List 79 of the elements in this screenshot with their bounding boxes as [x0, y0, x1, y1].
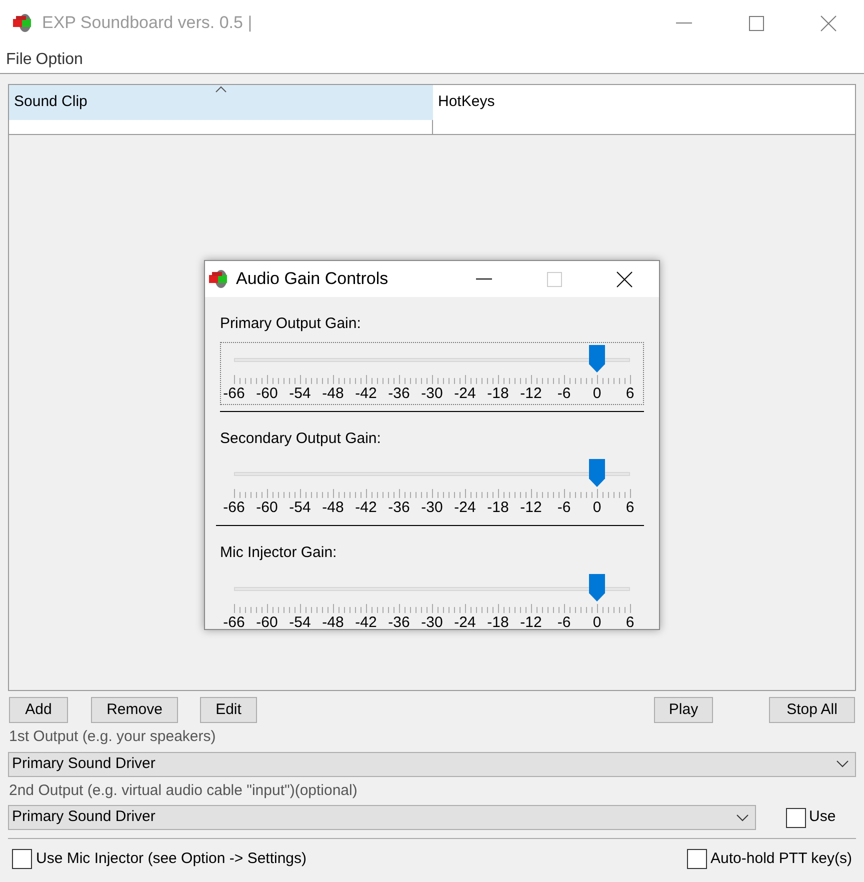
scale-label: -66	[222, 498, 246, 518]
sort-caret-icon	[215, 86, 227, 93]
scale-label: 0	[592, 384, 602, 404]
scale-label: -6	[556, 612, 572, 632]
slider-control[interactable]: -66 -60 -54 -48 -42 -36 -30 -24 -18 -12 -6 0 6	[220, 342, 644, 404]
output-label: 2nd Output (e.g. virtual audio cable "input")(optional)	[9, 780, 358, 800]
scale-label: -54	[288, 384, 312, 404]
scale-label: -36	[387, 384, 411, 404]
scale-label: 6	[624, 498, 636, 518]
scale-label: -30	[420, 384, 444, 404]
scale-label: -12	[519, 384, 543, 404]
slider-label: Mic Injector Gain:	[220, 543, 337, 563]
app-logo-icon	[12, 12, 34, 34]
checkbox-label: Auto-hold PTT key(s)	[710, 849, 852, 869]
scale-label: -42	[354, 384, 378, 404]
slider-label: Secondary Output Gain:	[220, 428, 381, 448]
scale-label: -54	[288, 498, 312, 518]
menu-item[interactable]: File	[4, 48, 34, 72]
scale-label: 0	[592, 612, 602, 632]
scale-label: 6	[624, 612, 636, 632]
action-button[interactable]: Play	[654, 697, 713, 723]
minimize-icon	[676, 22, 692, 24]
scale-label: -24	[453, 498, 477, 518]
scale-label: 0	[592, 498, 602, 518]
slider-label: Primary Output Gain:	[220, 314, 361, 334]
column-header[interactable]: Sound Clip	[9, 85, 433, 120]
maximize-icon	[748, 14, 764, 32]
scale-label: -12	[519, 612, 543, 632]
scale-label: -42	[354, 498, 378, 518]
scale-label: -6	[556, 498, 572, 518]
checkbox[interactable]	[12, 849, 32, 870]
scale-label: -12	[519, 498, 543, 518]
close-icon	[820, 14, 836, 32]
action-button[interactable]: Remove	[91, 697, 178, 723]
slider-thumb[interactable]	[589, 574, 605, 602]
action-button[interactable]: Edit	[200, 697, 257, 723]
action-button[interactable]: Add	[9, 697, 68, 723]
scale-label: -30	[420, 612, 444, 632]
slider-control[interactable]: -66 -60 -54 -48 -42 -36 -30 -24 -18 -12 -6 0 6	[220, 570, 644, 634]
scale-label: -42	[354, 612, 378, 632]
checkbox[interactable]	[786, 808, 806, 828]
app-logo-icon	[208, 268, 230, 290]
scale-label: 6	[624, 384, 636, 404]
chevron-down-icon	[736, 814, 749, 822]
scale-label: -54	[288, 612, 312, 632]
dropdown[interactable]: Primary Sound Driver	[8, 805, 756, 830]
scale-label: -30	[420, 498, 444, 518]
scale-label: -48	[321, 612, 345, 632]
chevron-down-icon	[836, 760, 849, 768]
close-icon	[616, 270, 632, 288]
menu-item[interactable]: Option	[34, 48, 85, 72]
minimize-icon	[476, 278, 492, 280]
scale-label: -48	[321, 384, 345, 404]
scale-label: -6	[556, 384, 572, 404]
scale-label: -24	[453, 612, 477, 632]
scale-label: -48	[321, 498, 345, 518]
slider-thumb[interactable]	[589, 344, 605, 372]
dropdown[interactable]: Primary Sound Driver	[8, 752, 856, 776]
scale-label: -24	[453, 384, 477, 404]
window-title: EXP Soundboard vers. 0.5 |	[42, 12, 252, 34]
checkbox-label: Use	[809, 807, 836, 828]
scale-label: -36	[387, 612, 411, 632]
checkbox-label: Use Mic Injector (see Option -> Settings)	[36, 849, 307, 869]
scale-label: -36	[387, 498, 411, 518]
scale-label: -18	[486, 612, 510, 632]
output-label: 1st Output (e.g. your speakers)	[9, 727, 217, 747]
maximize-icon	[546, 270, 562, 288]
scale-label: -66	[222, 612, 246, 632]
dialog-title: Audio Gain Controls	[236, 268, 388, 290]
scale-label: -18	[486, 384, 510, 404]
scale-label: -60	[255, 498, 279, 518]
scale-label: -18	[486, 498, 510, 518]
action-button[interactable]: Stop All	[769, 697, 855, 723]
scale-label: -60	[255, 612, 279, 632]
scale-label: -66	[222, 384, 246, 404]
checkbox[interactable]	[686, 849, 707, 870]
scale-label: -60	[255, 384, 279, 404]
slider-thumb[interactable]	[589, 459, 605, 487]
slider-control[interactable]: -66 -60 -54 -48 -42 -36 -30 -24 -18 -12 -6 0 6	[220, 456, 644, 519]
